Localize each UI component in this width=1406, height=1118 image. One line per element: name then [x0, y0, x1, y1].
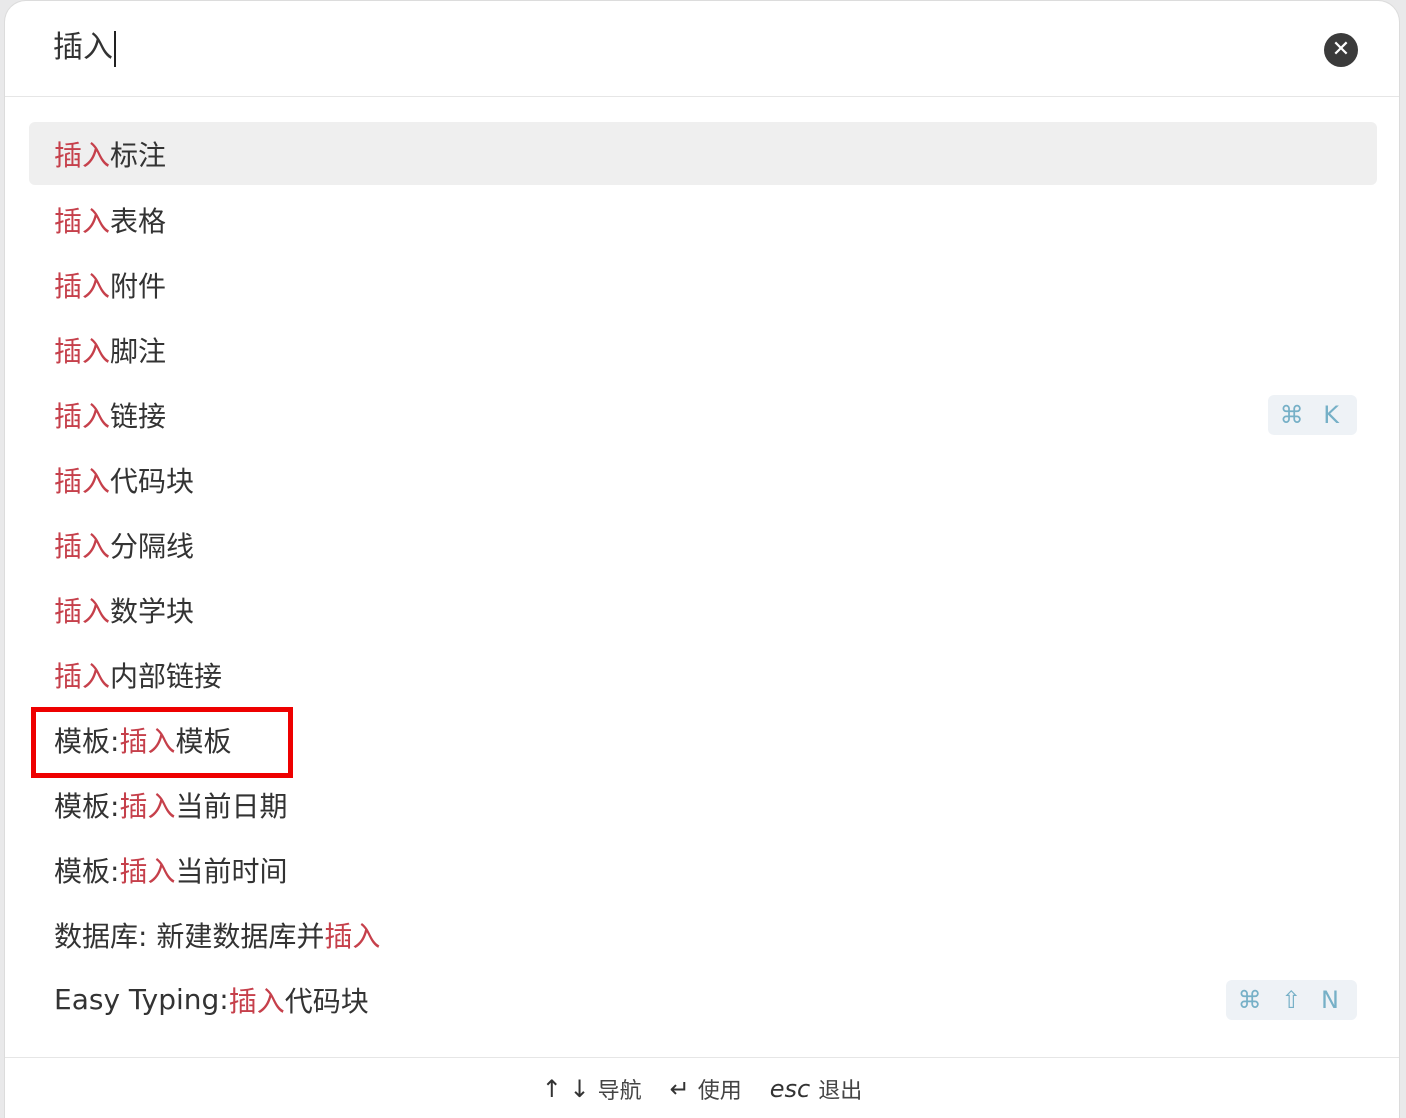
result-highlight: 插入	[228, 984, 285, 1018]
hotkey-badge: ⌘ K	[1267, 394, 1357, 435]
result-prefix: Easy Typing:	[54, 983, 229, 1016]
result-item[interactable]: 插入 代码块	[29, 447, 1377, 512]
result-item[interactable]: 插入 表格	[29, 187, 1377, 252]
result-suffix: 模板	[175, 724, 232, 758]
result-suffix: 数学块	[110, 594, 195, 628]
result-item[interactable]: 插入 附件	[29, 252, 1377, 317]
result-highlight: 插入	[119, 724, 176, 758]
result-suffix: 代码块	[110, 464, 195, 498]
search-input[interactable]: 插入	[53, 27, 116, 69]
result-highlight: 插入	[54, 659, 111, 693]
result-suffix: 附件	[110, 269, 167, 303]
text-caret	[114, 30, 116, 67]
result-highlight: 插入	[119, 854, 176, 888]
result-item[interactable]: 插入 脚注	[29, 317, 1377, 382]
results-list: 插入 标注 插入 表格 插入 附件 插入 脚注 插入 链接 ⌘ K 插入 代码块 插入 分隔线…	[29, 122, 1377, 1032]
hotkey-badge: ⌘ ⇧ N	[1225, 979, 1357, 1020]
result-prefix: 模板:	[54, 789, 120, 823]
arrow-keys-icon: ↑ ↓	[541, 1074, 590, 1103]
result-suffix: 分隔线	[110, 529, 195, 563]
result-suffix: 脚注	[110, 334, 167, 368]
result-suffix: 代码块	[284, 984, 369, 1018]
esc-key-icon: esc	[769, 1074, 811, 1103]
result-item[interactable]: 模板: 插入 当前时间	[29, 837, 1377, 902]
result-highlight: 插入	[324, 919, 381, 953]
result-prefix: 数据库: 新建数据库并	[54, 919, 325, 953]
result-item[interactable]: 插入 内部链接	[29, 642, 1377, 707]
result-highlight: 插入	[119, 789, 176, 823]
close-icon[interactable]: ✕	[1324, 33, 1358, 67]
hint-navigate-label: 导航	[597, 1078, 642, 1104]
result-item[interactable]: 插入 数学块	[29, 577, 1377, 642]
hint-use-label: 使用	[697, 1078, 742, 1104]
result-item[interactable]: 模板: 插入 模板	[29, 707, 1377, 772]
result-suffix: 当前时间	[175, 854, 288, 888]
result-item[interactable]: 插入 链接 ⌘ K	[29, 382, 1377, 447]
result-item[interactable]: 插入 分隔线	[29, 512, 1377, 577]
result-prefix: 模板:	[54, 854, 120, 888]
result-item[interactable]: Easy Typing: 插入 代码块 ⌘ ⇧ N	[29, 967, 1377, 1032]
result-highlight: 插入	[54, 204, 111, 238]
result-suffix: 内部链接	[110, 659, 223, 693]
footer-hints: ↑ ↓ 导航 ↵ 使用 esc 退出	[5, 1057, 1399, 1118]
hint-use: ↵ 使用	[670, 1073, 742, 1105]
result-highlight: 插入	[54, 269, 111, 303]
result-highlight: 插入	[54, 594, 111, 628]
result-suffix: 链接	[110, 399, 167, 433]
result-highlight: 插入	[54, 529, 111, 563]
result-item[interactable]: 插入 标注	[29, 122, 1377, 185]
result-highlight: 插入	[54, 334, 111, 368]
result-item[interactable]: 模板: 插入 当前日期	[29, 772, 1377, 837]
result-suffix: 标注	[110, 138, 167, 172]
search-input-value: 插入	[53, 30, 113, 65]
result-highlight: 插入	[54, 399, 111, 433]
result-suffix: 表格	[110, 204, 167, 238]
result-highlight: 插入	[54, 138, 111, 172]
result-highlight: 插入	[54, 464, 111, 498]
result-prefix: 模板:	[54, 724, 120, 758]
command-palette: 插入 ✕ 插入 标注 插入 表格 插入 附件 插入 脚注 插入 链接 ⌘ K 插入 代码块 …	[4, 0, 1400, 1118]
result-item[interactable]: 数据库: 新建数据库并 插入	[29, 902, 1377, 967]
hint-navigate: ↑ ↓ 导航	[542, 1073, 642, 1105]
hint-exit-label: 退出	[818, 1078, 863, 1104]
search-bar: 插入 ✕	[5, 1, 1399, 97]
enter-key-icon: ↵	[669, 1074, 690, 1103]
result-suffix: 当前日期	[175, 789, 288, 823]
hint-exit: esc 退出	[770, 1073, 862, 1105]
